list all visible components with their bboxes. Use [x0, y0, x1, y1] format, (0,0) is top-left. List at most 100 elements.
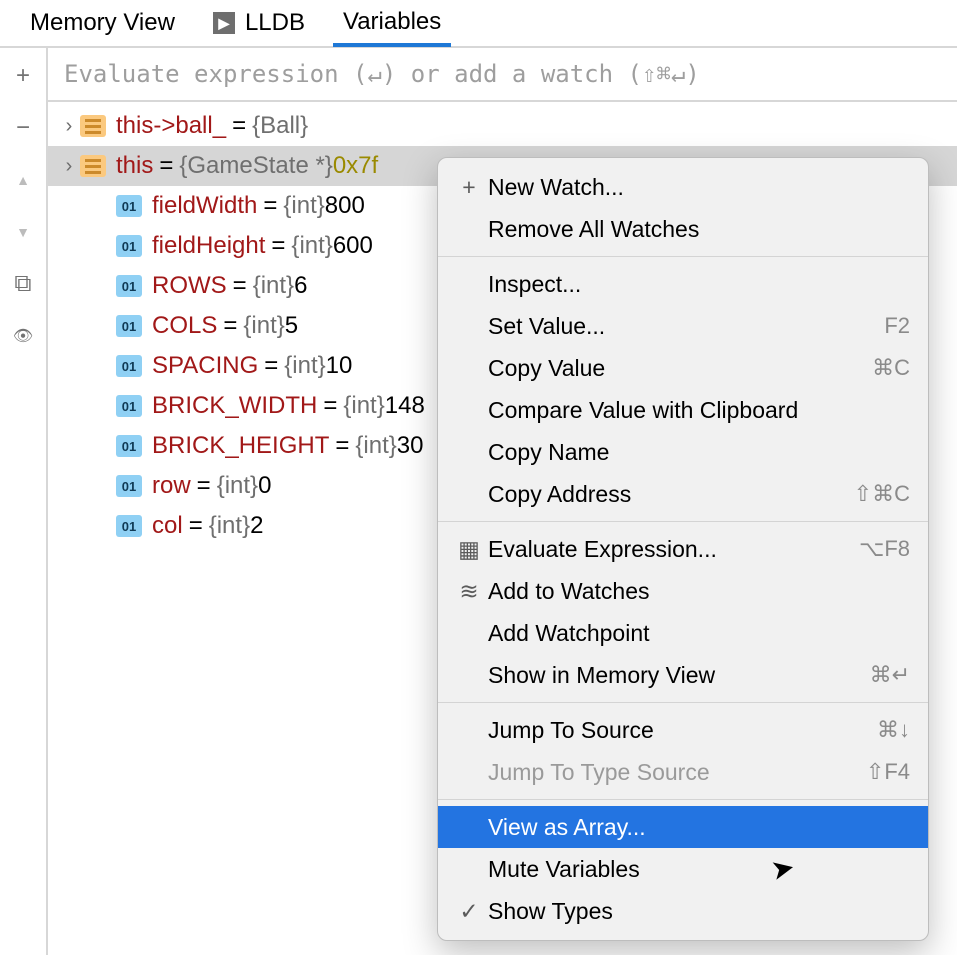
- variable-name: COLS: [152, 312, 217, 340]
- menu-glyph-icon: +: [450, 174, 488, 201]
- variable-type: {int}: [217, 472, 258, 500]
- menu-item-mute-variables[interactable]: Mute Variables: [438, 848, 928, 890]
- variable-type: {int}: [355, 432, 396, 460]
- menu-item-label: Show in Memory View: [488, 662, 870, 689]
- variable-type: {int}: [253, 272, 294, 300]
- menu-item-shortcut: ⌘↵: [870, 662, 910, 688]
- variable-value: 6: [294, 272, 307, 300]
- remove-watch-button[interactable]: −: [9, 114, 37, 142]
- variable-name: ROWS: [152, 272, 227, 300]
- menu-item-label: Add to Watches: [488, 578, 910, 605]
- move-up-button[interactable]: ▲: [9, 166, 37, 194]
- menu-item-copy-value[interactable]: Copy Value⌘C: [438, 347, 928, 389]
- menu-item-label: Remove All Watches: [488, 216, 910, 243]
- menu-separator: [438, 799, 928, 800]
- menu-item-set-value[interactable]: Set Value...F2: [438, 305, 928, 347]
- menu-item-label: Copy Name: [488, 439, 910, 466]
- menu-glyph-icon: ✓: [450, 898, 488, 925]
- variable-type: {int}: [343, 392, 384, 420]
- triangle-up-icon: ▲: [16, 172, 30, 188]
- menu-item-label: Jump To Source: [488, 717, 877, 744]
- menu-item-shortcut: ⌘↓: [877, 717, 910, 743]
- copy-icon: ⧉: [14, 270, 31, 298]
- object-icon: [80, 155, 106, 177]
- tab-variables[interactable]: Variables: [333, 1, 451, 47]
- menu-item-label: Mute Variables: [488, 856, 910, 883]
- variable-type: {GameState *}: [179, 152, 332, 180]
- duplicate-button[interactable]: ⧉: [9, 270, 37, 298]
- menu-item-jump-to-type-source: Jump To Type Source⇧F4: [438, 751, 928, 793]
- variable-value: 10: [326, 352, 353, 380]
- variable-value: 30: [397, 432, 424, 460]
- variable-name: SPACING: [152, 352, 258, 380]
- minus-icon: −: [16, 114, 30, 142]
- expand-chevron-icon[interactable]: ›: [58, 115, 80, 138]
- variable-row[interactable]: ›this->ball_ = {Ball}: [48, 106, 957, 146]
- menu-item-show-in-memory-view[interactable]: Show in Memory View⌘↵: [438, 654, 928, 696]
- menu-item-copy-name[interactable]: Copy Name: [438, 431, 928, 473]
- menu-item-shortcut: ⇧F4: [866, 759, 910, 785]
- placeholder-text: Evaluate expression (↵) or add a watch (…: [64, 60, 700, 88]
- menu-item-add-watchpoint[interactable]: Add Watchpoint: [438, 612, 928, 654]
- variable-name: BRICK_HEIGHT: [152, 432, 329, 460]
- variable-value: 148: [385, 392, 425, 420]
- variable-type: {int}: [291, 232, 332, 260]
- menu-item-label: Evaluate Expression...: [488, 536, 859, 563]
- primitive-icon: 01: [116, 395, 142, 417]
- variable-name: this: [116, 152, 153, 180]
- menu-item-label: Set Value...: [488, 313, 884, 340]
- menu-item-show-types[interactable]: ✓Show Types: [438, 890, 928, 932]
- menu-item-remove-all-watches[interactable]: Remove All Watches: [438, 208, 928, 250]
- menu-item-jump-to-source[interactable]: Jump To Source⌘↓: [438, 709, 928, 751]
- menu-item-shortcut: ⌘C: [872, 355, 910, 381]
- variable-name: fieldWidth: [152, 192, 257, 220]
- tab-label: Variables: [343, 8, 441, 36]
- menu-item-shortcut: F2: [884, 313, 910, 339]
- menu-item-label: Show Types: [488, 898, 910, 925]
- menu-glyph-icon: ▦: [450, 536, 488, 563]
- menu-item-copy-address[interactable]: Copy Address⇧⌘C: [438, 473, 928, 515]
- menu-item-view-as-array[interactable]: View as Array...: [438, 806, 928, 848]
- menu-item-label: New Watch...: [488, 174, 910, 201]
- context-menu: +New Watch... Remove All Watches Inspect..…: [437, 157, 929, 941]
- variable-type: {Ball}: [252, 112, 308, 140]
- variable-value: 600: [333, 232, 373, 260]
- variable-name: col: [152, 512, 183, 540]
- debug-tool-tabs: Memory View ▶ LLDB Variables: [0, 0, 957, 48]
- expand-chevron-icon[interactable]: ›: [58, 155, 80, 178]
- variable-value: 5: [285, 312, 298, 340]
- menu-separator: [438, 521, 928, 522]
- variable-value: 800: [325, 192, 365, 220]
- menu-item-inspect[interactable]: Inspect...: [438, 263, 928, 305]
- show-watches-button[interactable]: 👁: [9, 322, 37, 350]
- move-down-button[interactable]: ▼: [9, 218, 37, 246]
- variable-value: 0: [258, 472, 271, 500]
- primitive-icon: 01: [116, 235, 142, 257]
- variable-name: BRICK_WIDTH: [152, 392, 317, 420]
- menu-separator: [438, 702, 928, 703]
- menu-item-evaluate-expression[interactable]: ▦Evaluate Expression...⌥F8: [438, 528, 928, 570]
- variable-name: fieldHeight: [152, 232, 265, 260]
- tab-lldb[interactable]: ▶ LLDB: [203, 0, 315, 46]
- menu-item-new-watch[interactable]: +New Watch...: [438, 166, 928, 208]
- add-watch-button[interactable]: +: [9, 62, 37, 90]
- menu-item-shortcut: ⌥F8: [859, 536, 910, 562]
- menu-separator: [438, 256, 928, 257]
- menu-item-add-to-watches[interactable]: ≋Add to Watches: [438, 570, 928, 612]
- eye-icon: 👁: [13, 326, 33, 346]
- primitive-icon: 01: [116, 275, 142, 297]
- primitive-icon: 01: [116, 355, 142, 377]
- menu-item-label: Copy Address: [488, 481, 854, 508]
- menu-item-label: Jump To Type Source: [488, 759, 866, 786]
- tab-memory-view[interactable]: Memory View: [20, 0, 185, 46]
- evaluate-expression-input[interactable]: Evaluate expression (↵) or add a watch (…: [48, 48, 957, 102]
- watch-gutter: + − ▲ ▼ ⧉ 👁: [0, 48, 48, 955]
- menu-item-compare-value-with-clipboard[interactable]: Compare Value with Clipboard: [438, 389, 928, 431]
- variable-type: {int}: [284, 352, 325, 380]
- variable-type: {int}: [283, 192, 324, 220]
- menu-item-shortcut: ⇧⌘C: [854, 481, 910, 507]
- menu-item-label: Compare Value with Clipboard: [488, 397, 910, 424]
- menu-item-label: View as Array...: [488, 814, 910, 841]
- primitive-icon: 01: [116, 435, 142, 457]
- variable-name: this->ball_: [116, 112, 226, 140]
